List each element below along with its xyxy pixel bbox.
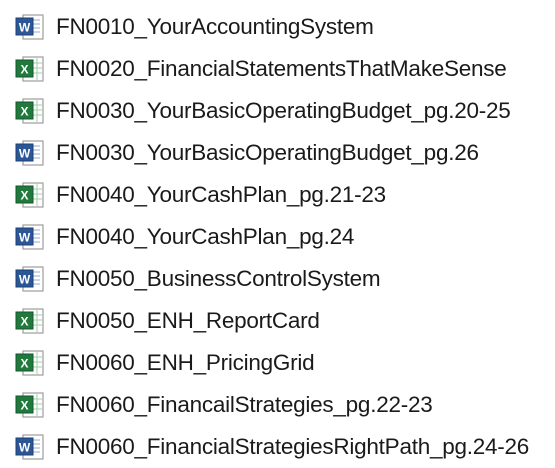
file-name: FN0010_YourAccountingSystem [56, 13, 374, 39]
svg-text:X: X [20, 357, 28, 371]
svg-text:X: X [20, 105, 28, 119]
file-name: FN0050_ENH_ReportCard [56, 307, 320, 333]
file-name: FN0040_YourCashPlan_pg.21-23 [56, 181, 386, 207]
file-name: FN0020_FinancialStatementsThatMakeSense [56, 55, 507, 81]
excel-sheet-icon: X [14, 349, 46, 377]
file-name: FN0040_YourCashPlan_pg.24 [56, 223, 355, 249]
file-list-item[interactable]: W FN0060_FinancialStrategiesRightPath_pg… [14, 426, 549, 468]
svg-text:X: X [20, 399, 28, 413]
file-list-item[interactable]: X FN0030_YourBasicOperatingBudget_pg.20-… [14, 90, 549, 132]
file-list: W FN0010_YourAccountingSystem X FN0020_F… [14, 6, 549, 468]
svg-text:W: W [19, 231, 31, 245]
file-name: FN0060_FinancailStrategies_pg.22-23 [56, 391, 433, 417]
excel-sheet-icon: X [14, 55, 46, 83]
word-doc-icon: W [14, 265, 46, 293]
svg-text:W: W [19, 441, 31, 455]
svg-text:W: W [19, 147, 31, 161]
svg-text:X: X [20, 315, 28, 329]
file-list-item[interactable]: X FN0060_FinancailStrategies_pg.22-23 [14, 384, 549, 426]
svg-text:W: W [19, 273, 31, 287]
file-list-item[interactable]: X FN0040_YourCashPlan_pg.21-23 [14, 174, 549, 216]
file-list-item[interactable]: W FN0050_BusinessControlSystem [14, 258, 549, 300]
file-name: FN0060_ENH_PricingGrid [56, 349, 315, 375]
excel-sheet-icon: X [14, 307, 46, 335]
file-list-item[interactable]: X FN0060_ENH_PricingGrid [14, 342, 549, 384]
file-name: FN0030_YourBasicOperatingBudget_pg.20-25 [56, 97, 511, 123]
svg-text:X: X [20, 189, 28, 203]
file-list-item[interactable]: X FN0050_ENH_ReportCard [14, 300, 549, 342]
word-doc-icon: W [14, 223, 46, 251]
file-name: FN0060_FinancialStrategiesRightPath_pg.2… [56, 433, 530, 459]
word-doc-icon: W [14, 139, 46, 167]
excel-sheet-icon: X [14, 391, 46, 419]
excel-sheet-icon: X [14, 97, 46, 125]
file-name: FN0030_YourBasicOperatingBudget_pg.26 [56, 139, 479, 165]
word-doc-icon: W [14, 433, 46, 461]
file-list-item[interactable]: W FN0040_YourCashPlan_pg.24 [14, 216, 549, 258]
file-list-item[interactable]: X FN0020_FinancialStatementsThatMakeSens… [14, 48, 549, 90]
svg-text:W: W [19, 21, 31, 35]
file-list-item[interactable]: W FN0010_YourAccountingSystem [14, 6, 549, 48]
excel-sheet-icon: X [14, 181, 46, 209]
file-list-item[interactable]: W FN0030_YourBasicOperatingBudget_pg.26 [14, 132, 549, 174]
word-doc-icon: W [14, 13, 46, 41]
svg-text:X: X [20, 63, 28, 77]
file-name: FN0050_BusinessControlSystem [56, 265, 381, 291]
